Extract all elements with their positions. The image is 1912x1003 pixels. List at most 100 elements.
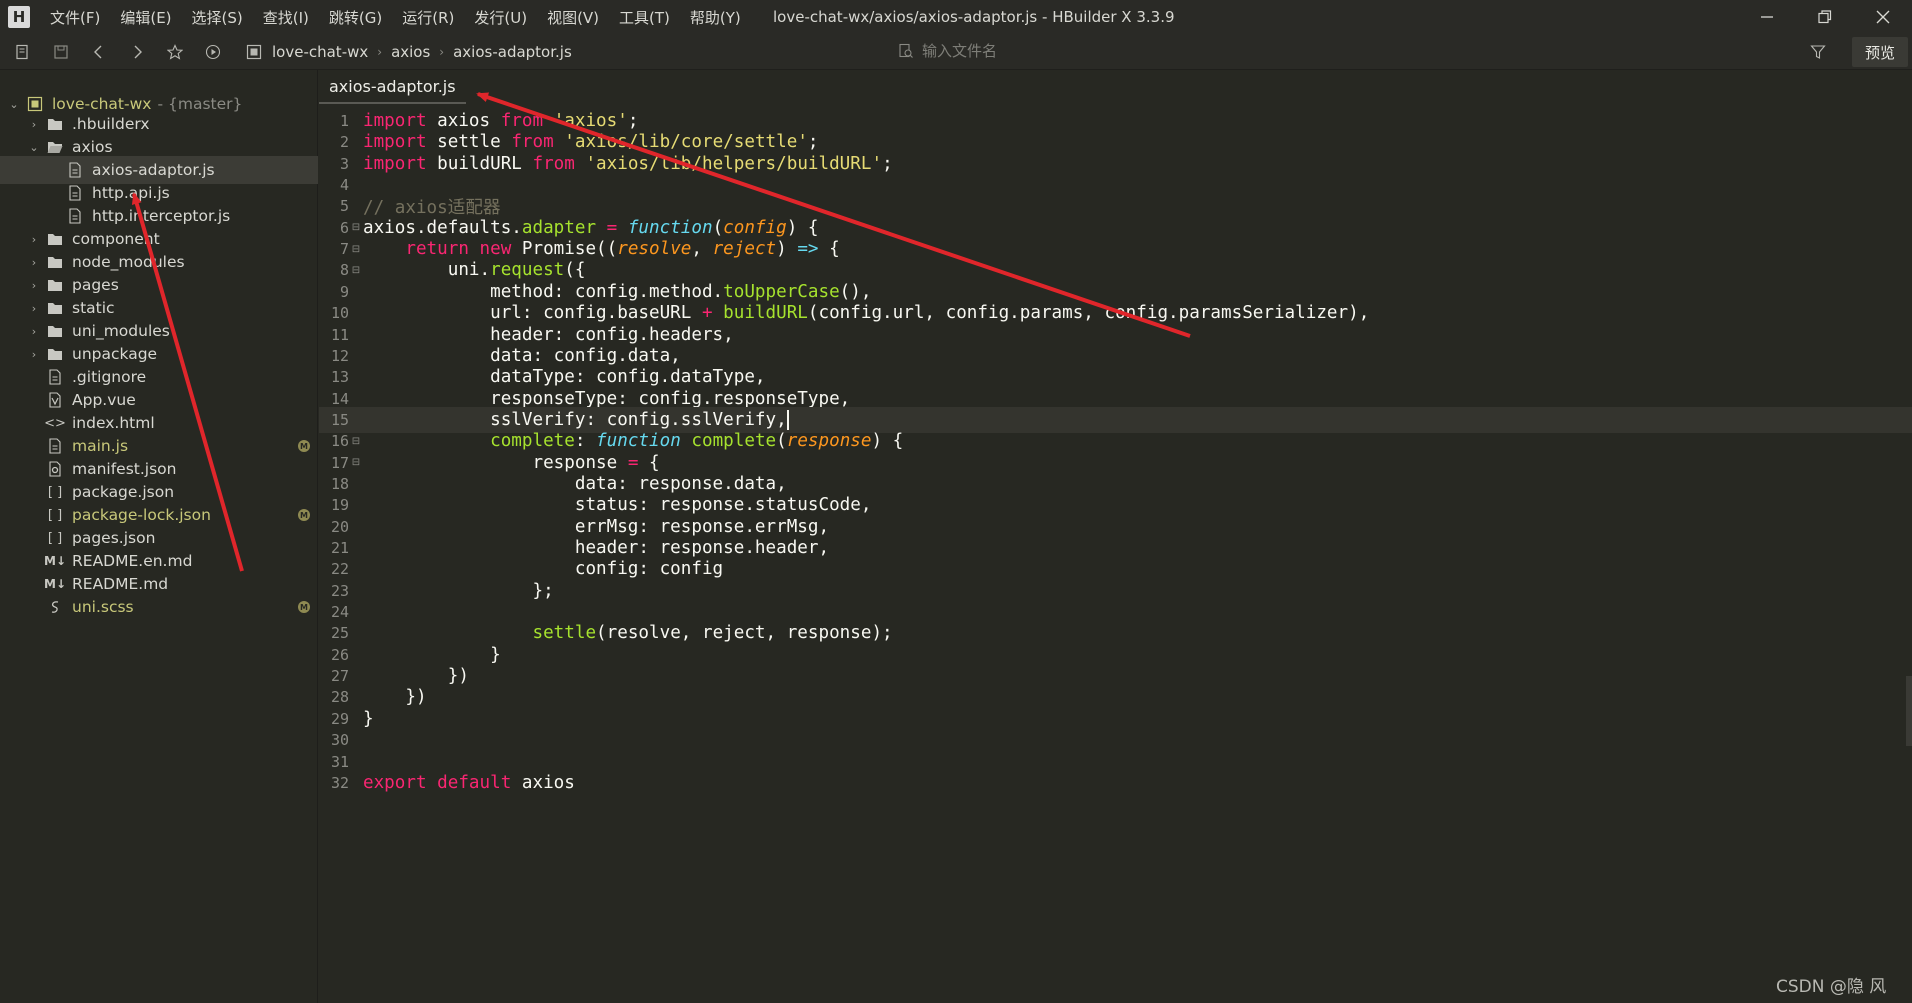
menu-help[interactable]: 帮助(Y) [690,7,741,28]
line-number: 10 [330,304,349,323]
tree-item-label: axios-adaptor.js [92,161,215,179]
fold-toggle-icon[interactable]: ⊟ [349,244,363,255]
code-token: 'axios' [553,111,628,131]
code-text: header: response.header, [363,538,829,558]
file-icon [46,437,64,455]
chevron-right-icon[interactable]: › [28,233,40,246]
tree-item-label: main.js [72,437,129,455]
chevron-right-icon[interactable]: › [28,302,40,315]
json-file-icon: [ ] [47,507,63,523]
code-text: url: config.baseURL + buildURL(config.ur… [363,303,1369,323]
menu-tools[interactable]: 工具(T) [619,7,670,28]
code-text: axios.defaults.adapter = function(config… [363,218,819,238]
tree-item-label: component [72,230,160,248]
code-token: { [638,452,660,473]
menu-select[interactable]: 选择(S) [192,7,243,28]
fold-toggle-icon[interactable]: ⊟ [349,265,363,276]
editor-tab[interactable]: axios-adaptor.js [319,70,466,104]
menu-goto[interactable]: 跳转(G) [329,7,382,28]
breadcrumb-separator: › [377,44,383,59]
code-text: } [363,645,501,665]
breadcrumb-separator: › [439,44,445,59]
tree-item-label: package-lock.json [72,506,211,524]
code-text: export default axios [363,773,575,793]
line-number: 21 [330,539,349,557]
markdown-file-icon: M↓ [44,554,66,568]
code-token: (), [839,281,872,302]
code-token: data: config.data, [363,345,681,366]
favorite-button[interactable] [160,37,190,67]
chevron-right-icon[interactable]: › [28,256,40,269]
file-search-input[interactable] [922,42,1322,60]
code-token: responseType: config.responseType, [363,388,851,409]
chevron-right-icon[interactable]: › [28,325,40,338]
menu-run[interactable]: 运行(R) [402,7,454,28]
scrollbar-marker[interactable] [1906,676,1912,746]
tree-file-uni-scss[interactable]: uni.scss M [0,593,318,621]
tree-item-label: http.api.js [92,184,170,202]
tree-item-label: .gitignore [72,368,147,386]
code-token: ({ [564,260,586,281]
tree-item-label: uni.scss [72,598,134,616]
code-token: ) [776,239,798,260]
code-text: status: response.statusCode, [363,495,872,515]
forward-button[interactable] [122,37,152,67]
code-token: import [363,132,427,153]
chevron-down-icon[interactable]: ⌄ [28,141,40,154]
code-token: + [701,303,713,324]
chevron-right-icon[interactable]: › [28,348,40,361]
code-token: axios [511,772,575,793]
breadcrumb-folder[interactable]: axios [391,43,430,61]
breadcrumb-file[interactable]: axios-adaptor.js [453,43,572,61]
minimize-button[interactable] [1738,0,1796,34]
tree-item-label: README.md [72,575,169,593]
back-button[interactable] [84,37,114,67]
tree-item-label: manifest.json [72,460,177,478]
code-text: header: config.headers, [363,325,734,345]
new-file-button[interactable] [8,37,38,67]
code-token: buildURL [723,303,808,324]
menu-view[interactable]: 视图(V) [547,7,599,28]
menu-edit[interactable]: 编辑(E) [120,7,171,28]
code-line[interactable]: 32 export default axios [319,770,1912,796]
code-editor[interactable]: 1 import axios from 'axios'; 2 import settl… [319,104,1912,1003]
code-token: toUpperCase [723,281,840,302]
code-token: } [363,644,501,665]
minimize-icon [1761,16,1773,18]
code-token: settle [426,132,512,153]
folder-open-icon [46,138,64,156]
chevron-right-icon [134,45,142,58]
chevron-down-icon[interactable]: ⌄ [8,98,20,111]
file-search-icon [899,43,913,58]
menu-publish[interactable]: 发行(U) [474,7,527,28]
tree-item-label: unpackage [72,345,158,363]
code-text: import buildURL from 'axios/lib/helpers/… [363,154,893,174]
file-search [898,42,1322,60]
code-token: reject [712,239,777,260]
menu-file[interactable]: 文件(F) [50,7,100,28]
chevron-right-icon[interactable]: › [28,279,40,292]
fold-toggle-icon[interactable]: ⊟ [349,222,363,233]
chevron-right-icon[interactable]: › [28,118,40,131]
vue-file-icon [46,391,64,409]
fold-toggle-icon[interactable]: ⊟ [349,436,363,447]
restore-button[interactable] [1796,0,1854,34]
line-number: 28 [330,688,349,707]
filter-button[interactable] [1806,40,1830,64]
fold-toggle-icon[interactable]: ⊟ [349,457,363,468]
menu-find[interactable]: 查找(I) [263,7,309,28]
breadcrumb-project[interactable]: love-chat-wx [272,43,368,61]
close-button[interactable] [1854,0,1912,34]
code-token: import [363,153,427,174]
run-button[interactable] [198,37,228,67]
preview-button[interactable]: 预览 [1852,37,1908,67]
line-number: 25 [330,624,349,643]
file-icon [66,207,84,225]
save-button[interactable] [46,37,76,67]
line-number: 2 [339,133,349,152]
line-number: 8 [339,261,349,280]
